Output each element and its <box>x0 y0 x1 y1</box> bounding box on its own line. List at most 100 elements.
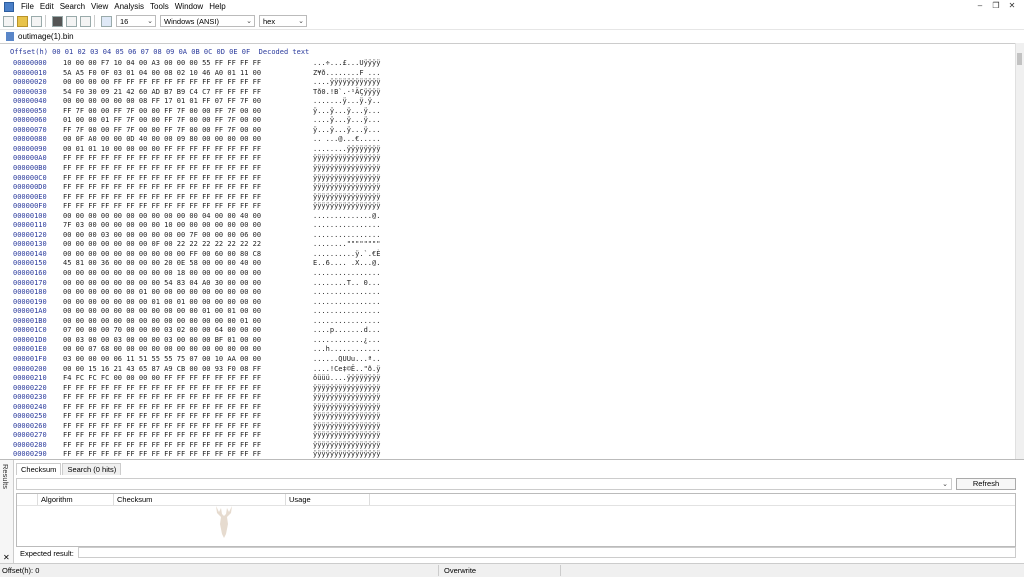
row-hex-bytes[interactable]: FF 7F 00 00 FF 7F 00 00 FF 7F 00 00 FF 7… <box>63 107 261 117</box>
row-decoded-text[interactable]: ÿÿÿÿÿÿÿÿÿÿÿÿÿÿÿÿ <box>313 393 380 403</box>
hex-view[interactable]: Offset(h) 00 01 02 03 04 05 06 07 08 09 … <box>0 43 1016 459</box>
new-file-icon[interactable] <box>3 15 14 27</box>
row-hex-bytes[interactable]: 00 00 00 00 00 00 00 01 00 01 00 00 00 0… <box>63 298 261 308</box>
row-hex-bytes[interactable]: FF FF FF FF FF FF FF FF FF FF FF FF FF F… <box>63 412 261 422</box>
row-decoded-text[interactable]: .......ÿ...ÿ.ÿ.. <box>313 97 380 107</box>
row-hex-bytes[interactable]: 00 00 15 16 21 43 65 87 A9 CB 00 00 93 F… <box>63 365 261 375</box>
row-decoded-text[interactable]: ................ <box>313 317 380 327</box>
scrollbar-thumb[interactable] <box>1017 53 1022 65</box>
row-decoded-text[interactable]: ÿÿÿÿÿÿÿÿÿÿÿÿÿÿÿÿ <box>313 412 380 422</box>
row-decoded-text[interactable]: ÿ...ÿ...ÿ...ÿ... <box>313 107 380 117</box>
menu-window[interactable]: Window <box>172 0 206 13</box>
row-decoded-text[interactable]: ....p.......d... <box>313 326 380 336</box>
save-icon[interactable] <box>31 15 42 27</box>
row-decoded-text[interactable]: Tð0.!B`.·¹ÄÇÿÿÿÿ <box>313 88 380 98</box>
row-hex-bytes[interactable]: 00 00 00 00 00 00 01 00 00 00 00 00 00 0… <box>63 288 261 298</box>
row-decoded-text[interactable]: ......QUUu...ª.. <box>313 355 380 365</box>
row-decoded-text[interactable]: ...h............ <box>313 345 380 355</box>
row-decoded-text[interactable]: ÿÿÿÿÿÿÿÿÿÿÿÿÿÿÿÿ <box>313 202 380 212</box>
column-algorithm[interactable]: Algorithm <box>41 495 73 504</box>
row-hex-bytes[interactable]: FF 7F 00 00 FF 7F 00 00 FF 7F 00 00 FF 7… <box>63 126 261 136</box>
row-decoded-text[interactable]: ....ÿÿÿÿÿÿÿÿÿÿÿÿ <box>313 78 380 88</box>
row-decoded-text[interactable]: ..............@. <box>313 212 380 222</box>
row-decoded-text[interactable]: ................ <box>313 298 380 308</box>
menu-search[interactable]: Search <box>57 0 88 13</box>
open-folder-icon[interactable] <box>17 15 28 27</box>
algorithm-select[interactable]: ⌄ <box>16 478 952 490</box>
row-hex-bytes[interactable]: 01 00 00 01 FF 7F 00 00 FF 7F 00 00 FF 7… <box>63 116 261 126</box>
status-mode[interactable]: Overwrite <box>444 566 476 575</box>
row-hex-bytes[interactable]: 00 00 00 00 00 00 08 FF 17 01 01 FF 07 F… <box>63 97 261 107</box>
row-decoded-text[interactable]: ÿÿÿÿÿÿÿÿÿÿÿÿÿÿÿÿ <box>313 384 380 394</box>
document-icon[interactable] <box>80 15 91 27</box>
row-decoded-text[interactable]: ÿÿÿÿÿÿÿÿÿÿÿÿÿÿÿÿ <box>313 431 380 441</box>
row-decoded-text[interactable]: ÿ...ÿ...ÿ...ÿ... <box>313 126 380 136</box>
row-decoded-text[interactable]: ........ÿÿÿÿÿÿÿÿ <box>313 145 380 155</box>
row-decoded-text[interactable]: ....!Ce‡©Ë.."ð.ÿ <box>313 365 380 375</box>
row-decoded-text[interactable]: ..........ÿ.`.€È <box>313 250 380 260</box>
row-decoded-text[interactable]: ............¿... <box>313 336 380 346</box>
row-hex-bytes[interactable]: 00 00 00 00 00 00 00 00 00 00 00 01 00 0… <box>63 307 261 317</box>
tab-search[interactable]: Search (0 hits) <box>62 463 122 475</box>
row-hex-bytes[interactable]: 00 03 00 00 03 00 00 00 03 00 00 00 BF 0… <box>63 336 261 346</box>
row-hex-bytes[interactable]: 45 81 00 36 00 00 00 00 20 0E 58 00 00 0… <box>63 259 261 269</box>
row-hex-bytes[interactable]: FF FF FF FF FF FF FF FF FF FF FF FF FF F… <box>63 431 261 441</box>
row-hex-bytes[interactable]: 00 00 00 03 00 00 00 00 00 00 7F 00 00 0… <box>63 231 261 241</box>
row-hex-bytes[interactable]: FF FF FF FF FF FF FF FF FF FF FF FF FF F… <box>63 164 261 174</box>
row-decoded-text[interactable]: ........"""""""" <box>313 240 380 250</box>
minimize-icon[interactable]: – <box>974 1 986 11</box>
row-hex-bytes[interactable]: 10 00 00 F7 10 04 00 A3 00 00 00 55 FF F… <box>63 59 261 69</box>
row-hex-bytes[interactable]: FF FF FF FF FF FF FF FF FF FF FF FF FF F… <box>63 202 261 212</box>
row-decoded-text[interactable]: ...÷...£...Uÿÿÿÿ <box>313 59 380 69</box>
row-decoded-text[interactable]: ................ <box>313 231 380 241</box>
row-hex-bytes[interactable]: FF FF FF FF FF FF FF FF FF FF FF FF FF F… <box>63 384 261 394</box>
menu-file[interactable]: File <box>18 0 37 13</box>
row-hex-bytes[interactable]: 00 00 00 00 00 00 00 00 00 00 00 00 00 0… <box>63 317 261 327</box>
row-decoded-text[interactable]: ÿÿÿÿÿÿÿÿÿÿÿÿÿÿÿÿ <box>313 174 380 184</box>
print-icon[interactable] <box>66 15 77 27</box>
row-hex-bytes[interactable]: 5A A5 F0 0F 03 01 04 00 08 02 10 46 A0 0… <box>63 69 261 79</box>
row-decoded-text[interactable]: ÿÿÿÿÿÿÿÿÿÿÿÿÿÿÿÿ <box>313 403 380 413</box>
row-hex-bytes[interactable]: FF FF FF FF FF FF FF FF FF FF FF FF FF F… <box>63 403 261 413</box>
row-hex-bytes[interactable]: 54 F0 30 09 21 42 60 AD B7 B9 C4 C7 FF F… <box>63 88 261 98</box>
row-hex-bytes[interactable]: FF FF FF FF FF FF FF FF FF FF FF FF FF F… <box>63 174 261 184</box>
row-decoded-text[interactable]: .. ...@...€..... <box>313 135 380 145</box>
row-decoded-text[interactable]: ................ <box>313 269 380 279</box>
row-decoded-text[interactable]: ÿÿÿÿÿÿÿÿÿÿÿÿÿÿÿÿ <box>313 441 380 451</box>
tab-checksum[interactable]: Checksum <box>16 463 62 475</box>
row-decoded-text[interactable]: ................ <box>313 221 380 231</box>
row-hex-bytes[interactable]: FF FF FF FF FF FF FF FF FF FF FF FF FF F… <box>63 183 261 193</box>
row-decoded-text[interactable]: ÿÿÿÿÿÿÿÿÿÿÿÿÿÿÿÿ <box>313 193 380 203</box>
format-select[interactable]: hex ⌄ <box>259 15 307 27</box>
restore-icon[interactable]: ❐ <box>990 1 1002 11</box>
menu-analysis[interactable]: Analysis <box>111 0 147 13</box>
row-hex-bytes[interactable]: 00 01 01 10 00 00 00 00 FF FF FF FF FF F… <box>63 145 261 155</box>
results-side-label[interactable]: Results <box>1 464 10 489</box>
row-hex-bytes[interactable]: 00 00 00 00 00 00 00 00 00 18 00 00 00 0… <box>63 269 261 279</box>
row-decoded-text[interactable]: ........T.. 0... <box>313 279 380 289</box>
row-decoded-text[interactable]: ÿÿÿÿÿÿÿÿÿÿÿÿÿÿÿÿ <box>313 183 380 193</box>
row-hex-bytes[interactable]: F4 FC FC FC 00 00 00 00 FF FF FF FF FF F… <box>63 374 261 384</box>
row-hex-bytes[interactable]: FF FF FF FF FF FF FF FF FF FF FF FF FF F… <box>63 450 261 459</box>
row-decoded-text[interactable]: ÿÿÿÿÿÿÿÿÿÿÿÿÿÿÿÿ <box>313 154 380 164</box>
row-hex-bytes[interactable]: 00 00 00 00 00 00 00 00 00 00 FF 00 60 0… <box>63 250 261 260</box>
expected-result-input[interactable] <box>78 547 1016 558</box>
row-hex-bytes[interactable]: 00 00 07 68 00 00 00 00 00 00 00 00 00 0… <box>63 345 261 355</box>
vertical-scrollbar[interactable] <box>1015 43 1024 459</box>
row-decoded-text[interactable]: ÿÿÿÿÿÿÿÿÿÿÿÿÿÿÿÿ <box>313 422 380 432</box>
row-hex-bytes[interactable]: 00 00 00 00 00 00 00 00 54 83 04 A0 30 0… <box>63 279 261 289</box>
row-decoded-text[interactable]: E..6.... .X...@. <box>313 259 380 269</box>
close-panel-icon[interactable]: ✕ <box>3 553 10 562</box>
row-hex-bytes[interactable]: FF FF FF FF FF FF FF FF FF FF FF FF FF F… <box>63 154 261 164</box>
row-hex-bytes[interactable]: 07 00 00 00 70 00 00 00 03 02 00 00 64 0… <box>63 326 261 336</box>
row-hex-bytes[interactable]: 03 00 00 00 06 11 51 55 55 75 07 00 10 A… <box>63 355 261 365</box>
file-tab[interactable]: outimage(1).bin <box>18 32 74 41</box>
row-hex-bytes[interactable]: 00 00 00 00 00 00 00 00 00 00 00 04 00 0… <box>63 212 261 222</box>
row-hex-bytes[interactable]: FF FF FF FF FF FF FF FF FF FF FF FF FF F… <box>63 393 261 403</box>
row-decoded-text[interactable]: ÿÿÿÿÿÿÿÿÿÿÿÿÿÿÿÿ <box>313 164 380 174</box>
bytes-per-row-select[interactable]: 16 ⌄ <box>116 15 156 27</box>
menu-edit[interactable]: Edit <box>37 0 57 13</box>
menu-view[interactable]: View <box>88 0 111 13</box>
stop-icon[interactable] <box>52 15 63 27</box>
menu-help[interactable]: Help <box>206 0 228 13</box>
